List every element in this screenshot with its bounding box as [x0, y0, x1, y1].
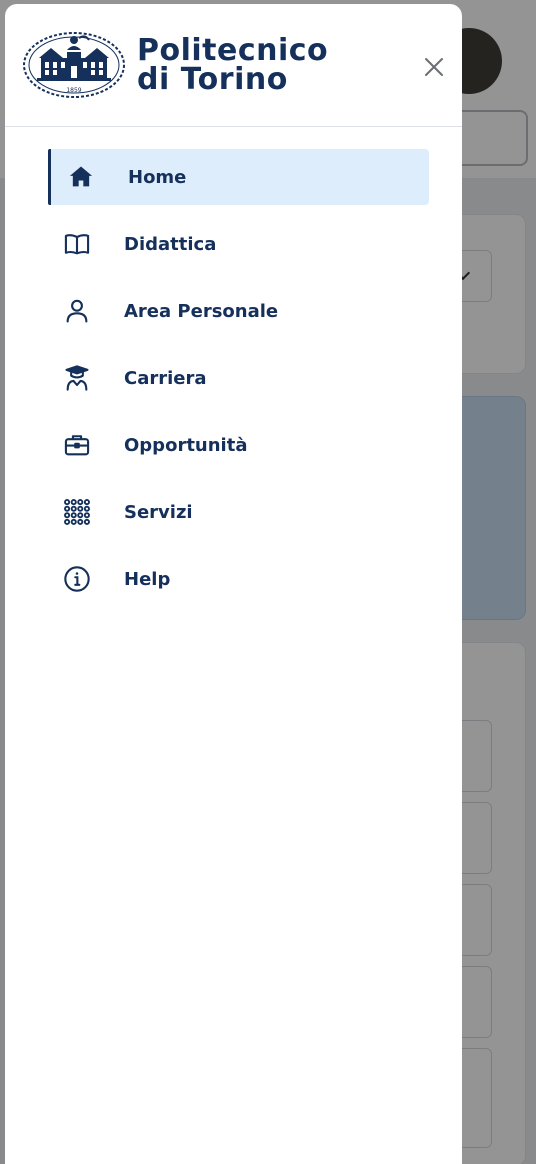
university-wordmark: Politecnico di Torino [137, 33, 329, 97]
info-icon [62, 564, 92, 594]
nav-item-servizi[interactable]: Servizi [48, 484, 429, 540]
university-seal-logo: 1859 [21, 30, 127, 104]
nav-item-help[interactable]: Help [48, 551, 429, 607]
nav-item-carriera[interactable]: Carriera [48, 350, 429, 406]
nav-label-help: Help [124, 568, 171, 590]
nav-item-home[interactable]: Home [48, 149, 429, 205]
graduate-icon [62, 363, 92, 393]
nav-label-home: Home [128, 166, 187, 188]
nav-label-didattica: Didattica [124, 233, 217, 255]
wordmark-line-1: Politecnico [137, 33, 329, 68]
close-button[interactable] [419, 52, 449, 82]
user-icon [62, 296, 92, 326]
seal-year: 1859 [66, 87, 81, 94]
nav-label-servizi: Servizi [124, 501, 193, 523]
briefcase-icon [62, 430, 92, 460]
book-icon [62, 229, 92, 259]
nav-label-area-personale: Area Personale [124, 300, 279, 322]
nav-item-didattica[interactable]: Didattica [48, 216, 429, 272]
home-icon [66, 162, 96, 192]
navigation-drawer: 1859 Politecnico di Torino Home Didattic… [5, 4, 462, 1164]
nav-label-opportunita: Opportunità [124, 434, 248, 456]
nav-item-opportunita[interactable]: Opportunità [48, 417, 429, 473]
nav-label-carriera: Carriera [124, 367, 207, 389]
close-icon [425, 58, 443, 76]
wordmark-line-2: di Torino [137, 62, 288, 97]
grid-icon [62, 497, 92, 527]
drawer-header: 1859 Politecnico di Torino [5, 4, 462, 127]
nav-item-area-personale[interactable]: Area Personale [48, 283, 429, 339]
